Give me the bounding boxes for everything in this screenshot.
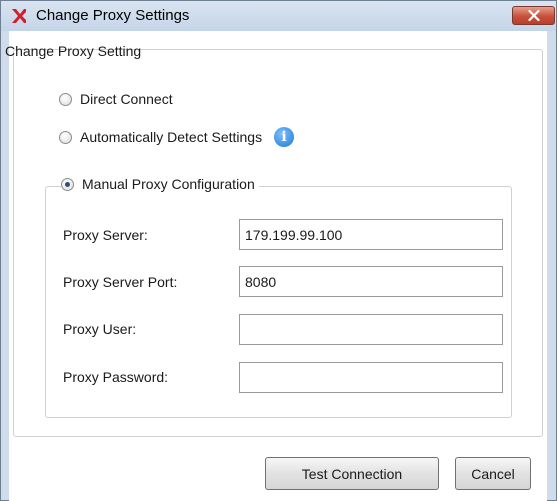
proxy-dialog-window: Change Proxy Settings Change Proxy Setti… [0,0,557,501]
cancel-button[interactable]: Cancel [455,457,531,490]
direct-connect-label: Direct Connect [80,91,173,107]
auto-detect-option[interactable]: Automatically Detect Settings i [59,127,295,147]
manual-proxy-option[interactable]: Manual Proxy Configuration [61,176,259,192]
info-icon[interactable]: i [274,127,295,147]
proxy-user-input[interactable] [239,314,503,345]
close-icon [527,10,540,21]
proxy-server-label: Proxy Server: [63,227,148,243]
xilinx-logo-icon [12,9,26,23]
auto-detect-radio[interactable] [59,130,72,144]
proxy-user-label: Proxy User: [63,321,137,337]
auto-detect-label: Automatically Detect Settings [80,129,263,145]
proxy-password-input[interactable] [239,362,503,393]
title-bar[interactable]: Change Proxy Settings [1,1,556,31]
direct-connect-radio[interactable] [59,92,72,106]
test-connection-button[interactable]: Test Connection [265,457,439,490]
direct-connect-option[interactable]: Direct Connect [59,91,173,107]
group-title: Change Proxy Setting [5,43,142,59]
proxy-server-input[interactable] [239,219,503,250]
manual-proxy-label: Manual Proxy Configuration [82,176,255,192]
proxy-password-label: Proxy Password: [63,369,169,385]
proxy-port-label: Proxy Server Port: [63,274,178,290]
dialog-body: Change Proxy Setting Direct Connect Auto… [5,31,547,501]
manual-proxy-radio[interactable] [61,177,74,191]
close-button[interactable] [512,6,555,25]
proxy-port-input[interactable] [239,266,503,297]
window-title: Change Proxy Settings [36,7,190,24]
